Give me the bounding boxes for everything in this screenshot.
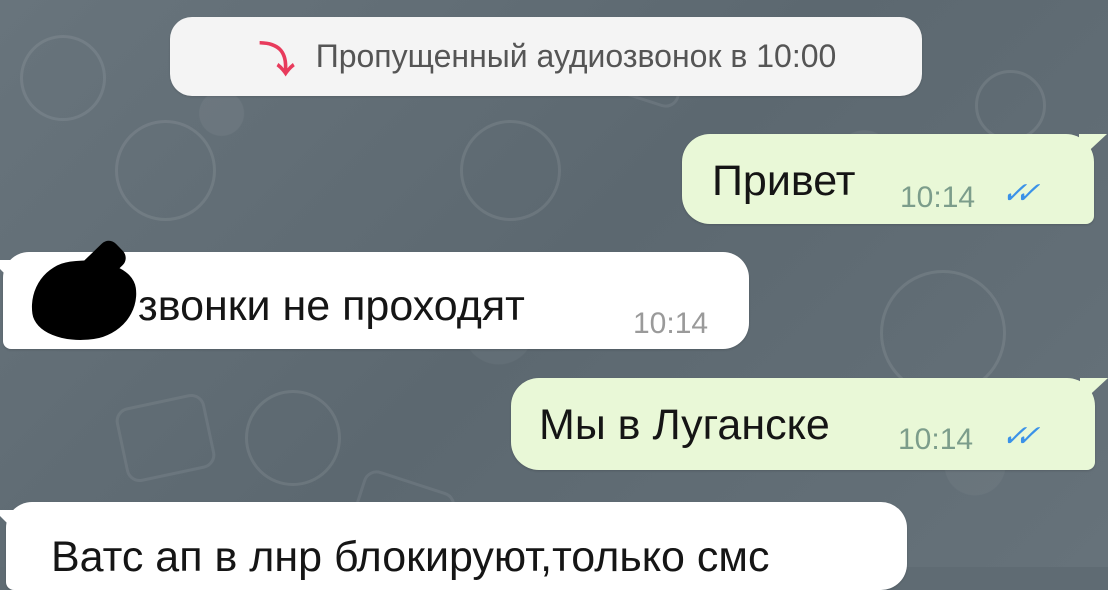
missed-call-icon: ⤵ — [258, 38, 295, 80]
message-text: звонки не проходят — [138, 282, 525, 330]
missed-call-notice: ⤵ Пропущенный аудиозвонок в 10:00 — [170, 17, 922, 96]
missed-call-text: Пропущенный аудиозвонок в 10:00 — [315, 38, 837, 74]
double-check-icon: ✓✓ — [998, 177, 1036, 210]
background-doodle — [460, 120, 561, 221]
message-time: 10:14 — [898, 423, 974, 456]
message-time: 10:14 — [633, 307, 709, 340]
background-doodle — [113, 391, 218, 485]
message-text: Ватс ап в лнр блокируют,только смс — [51, 533, 770, 581]
background-doodle — [20, 35, 106, 121]
redaction-mark — [25, 253, 143, 347]
outgoing-message[interactable]: Мы в Луганске 10:14 ✓✓ — [511, 378, 1095, 470]
double-check-icon: ✓✓ — [998, 420, 1036, 453]
incoming-message[interactable]: Ватс ап в лнр блокируют,только смс — [6, 502, 907, 590]
background-doodle — [975, 70, 1046, 141]
outgoing-message[interactable]: Привет 10:14 ✓✓ — [682, 134, 1094, 224]
message-text: Мы в Луганске — [539, 401, 830, 449]
incoming-message[interactable]: звонки не проходят 10:14 — [3, 252, 749, 349]
message-text: Привет — [712, 157, 856, 205]
background-doodle — [115, 120, 216, 221]
message-time: 10:14 — [900, 181, 976, 214]
background-doodle — [245, 390, 341, 486]
